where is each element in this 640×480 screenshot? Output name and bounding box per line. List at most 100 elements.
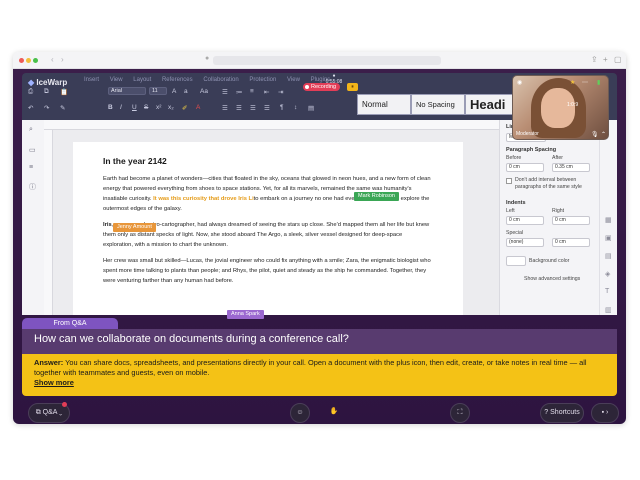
comments-icon[interactable]: ▭ — [29, 146, 36, 154]
underline-icon[interactable]: U — [132, 104, 137, 111]
menu-view-2[interactable]: View — [287, 77, 300, 83]
grow-font-icon[interactable]: A — [172, 88, 176, 95]
shading-icon[interactable]: ▤ — [308, 104, 314, 112]
print-icon[interactable]: ⎙ — [28, 88, 33, 96]
cursor-mark-robinson: Mark Robinson — [354, 192, 399, 201]
star-icon[interactable]: ★ — [570, 79, 575, 86]
shortcuts-label: Shortcuts — [550, 409, 580, 416]
paragraph-mark-icon[interactable]: ¶ — [280, 104, 284, 111]
raise-hand-button[interactable]: ✋ — [324, 403, 344, 423]
menu-insert[interactable]: Insert — [84, 77, 99, 83]
decrease-indent-icon[interactable]: ⇤ — [264, 88, 269, 96]
before-input[interactable]: 0 cm — [506, 163, 544, 172]
align-center-icon[interactable]: ☰ — [236, 104, 242, 112]
format-painter-icon[interactable]: ✎ — [60, 104, 65, 112]
superscript-icon[interactable]: x² — [156, 104, 161, 111]
participant-video[interactable]: ◉ ★ ⋯ ▮ 1:0:9 Moderator 🎙 ⌃ — [512, 75, 609, 140]
right-indent-input[interactable]: 0 cm — [552, 216, 590, 225]
highlight-icon[interactable]: ✐ — [182, 104, 187, 112]
bullets-icon[interactable]: ☰ — [222, 88, 228, 96]
add-tab-icon[interactable]: + — [603, 55, 608, 64]
copy-icon[interactable]: ⧉ — [44, 88, 49, 96]
special-amount-input[interactable]: 0 cm — [552, 238, 590, 247]
redo-icon[interactable]: ↷ — [44, 104, 49, 112]
menu-view[interactable]: View — [110, 77, 123, 83]
horizontal-ruler[interactable] — [44, 120, 499, 130]
layout-button[interactable]: ⛶ — [450, 403, 470, 423]
special-select[interactable]: (none) — [506, 238, 544, 247]
image-icon[interactable]: ▣ — [605, 234, 612, 242]
participant-face — [541, 88, 575, 128]
change-case-icon[interactable]: Aa — [200, 88, 208, 95]
more-icon[interactable]: ⋯ — [582, 79, 588, 86]
shrink-font-icon[interactable]: a — [184, 88, 188, 95]
font-size-select[interactable]: 11 — [149, 87, 167, 95]
style-heading[interactable]: Headi — [465, 94, 519, 115]
left-toolbar: ⌕ ▭ ≡ ⓘ — [22, 120, 44, 315]
after-input[interactable]: 0.35 cm — [552, 163, 590, 172]
menu-protection[interactable]: Protection — [249, 77, 276, 83]
screen-toggle-button[interactable]: ▪ › — [591, 403, 619, 423]
justify-icon[interactable]: ☰ — [264, 104, 270, 112]
forward-icon[interactable]: › — [61, 55, 64, 64]
minimize-dot[interactable] — [26, 58, 31, 63]
dont-add-checkbox[interactable] — [506, 178, 512, 184]
italic-icon[interactable]: I — [120, 104, 122, 111]
qa-notification-dot — [62, 402, 67, 407]
navigation-icon[interactable]: ≡ — [29, 164, 33, 171]
style-no-spacing[interactable]: No Spacing — [411, 94, 465, 115]
info-icon[interactable]: ⓘ — [29, 182, 36, 192]
font-family-select[interactable]: Arial — [108, 87, 146, 95]
vertical-ruler[interactable] — [44, 130, 53, 315]
address-bar[interactable]: ● — [205, 55, 441, 65]
menu-layout[interactable]: Layout — [133, 77, 151, 83]
shortcuts-button[interactable]: ? Shortcuts — [540, 403, 584, 423]
tabs-icon[interactable]: ▢ — [614, 55, 622, 64]
bold-icon[interactable]: B — [108, 104, 113, 111]
highlighted-text: It was this curiosity that drove Iris Li — [153, 196, 254, 202]
qa-question-bar: How can we collaborate on documents duri… — [22, 329, 617, 354]
back-icon[interactable]: ‹ — [51, 55, 54, 64]
reactions-button[interactable]: ☺ — [290, 403, 310, 423]
menu-collaboration[interactable]: Collaboration — [203, 77, 238, 83]
hand-icon: ✋ — [329, 408, 339, 415]
numbering-icon[interactable]: ≔ — [236, 88, 243, 96]
subscript-icon[interactable]: x₂ — [168, 104, 174, 111]
table-icon[interactable]: ▦ — [605, 216, 612, 224]
show-more-link[interactable]: Show more — [34, 378, 605, 388]
align-right-icon[interactable]: ☰ — [250, 104, 256, 112]
search-icon[interactable]: ⌕ — [29, 126, 33, 134]
share-icon[interactable]: ⇪ — [591, 55, 598, 64]
left-indent-input[interactable]: 0 cm — [506, 216, 544, 225]
special-amount-value: 0 cm — [555, 239, 566, 245]
right-indent-value: 0 cm — [555, 217, 566, 223]
increase-indent-icon[interactable]: ⇥ — [278, 88, 283, 96]
style-no-spacing-label: No Spacing — [416, 100, 455, 109]
header-icon[interactable]: ▤ — [605, 252, 612, 260]
align-left-icon[interactable]: ☰ — [222, 104, 228, 112]
font-color-icon[interactable]: A — [196, 104, 200, 111]
shape-icon[interactable]: ◈ — [605, 270, 610, 278]
browser-window: ‹ › ● ⇪ + ▢ ◆ IceWarp Insert View Layout… — [13, 52, 626, 424]
recording-badge: Recording — [303, 83, 341, 91]
window-icon: ▪ — [601, 409, 605, 416]
expand-icon: ⛶ — [457, 409, 463, 416]
answer-label: Answer: — [34, 358, 64, 367]
menu-references[interactable]: References — [162, 77, 193, 83]
pin-icon[interactable]: ⌃ — [601, 131, 606, 138]
show-advanced-settings-link[interactable]: Show advanced settings — [524, 276, 580, 282]
multilevel-icon[interactable]: ≡ — [250, 88, 254, 95]
undo-icon[interactable]: ↶ — [28, 104, 33, 112]
right-toolbar: ▦ ▣ ▤ ◈ T ▥ — [599, 120, 617, 315]
strikethrough-icon[interactable]: S — [144, 104, 148, 111]
paste-icon[interactable]: 📋 — [60, 88, 68, 96]
app-logo: ◆ IceWarp — [28, 78, 67, 87]
indents-heading: Indents — [506, 200, 526, 206]
style-normal[interactable]: Normal — [357, 94, 411, 115]
text-art-icon[interactable]: T — [605, 288, 609, 295]
background-color-swatch[interactable] — [506, 256, 526, 266]
maximize-dot[interactable] — [33, 58, 38, 63]
chart-icon[interactable]: ▥ — [605, 306, 612, 314]
line-spacing-icon[interactable]: ↕ — [294, 104, 297, 111]
close-dot[interactable] — [19, 58, 24, 63]
